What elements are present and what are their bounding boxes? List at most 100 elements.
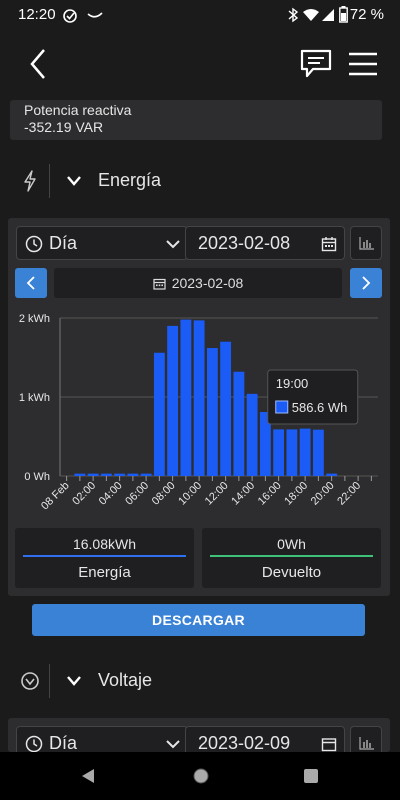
voltage-card: Día 2023-02-09 [8,718,390,752]
divider [49,664,50,698]
chevron-left-icon [30,49,45,79]
tooltip-value: 586.6 Wh [292,400,348,415]
energy-summary: 16.08kWh Energía [15,528,194,588]
feedback-button[interactable] [298,46,334,82]
energy-summary-value: 16.08kWh [72,536,137,552]
bar-0100 [74,473,86,476]
hamburger-menu-icon [349,52,377,76]
bar-0900 [180,319,192,476]
x-tick-label: 04:00 [97,480,125,508]
bar-1200 [220,341,232,476]
voltage-chart-type-button[interactable] [350,726,382,752]
home-circle-icon[interactable] [192,767,210,785]
x-tick-label: 08 Feb [39,480,72,513]
bar-0200 [87,473,99,476]
back-button[interactable] [20,44,56,84]
clock-icon [25,735,43,752]
current-date-display: 2023-02-08 [54,268,342,298]
status-bar: 12:20 72 % [0,0,400,30]
reactive-power-label: Potencia reactiva [24,102,132,118]
calendar-icon [321,738,337,752]
chevron-down-icon [166,240,180,249]
bar-0800 [167,325,179,476]
back-triangle-icon[interactable] [80,768,96,784]
bar-1900 [312,429,324,476]
calendar-icon [153,278,166,290]
tooltip-time: 19:00 [276,376,309,391]
tooltip-swatch [275,400,289,414]
period-select-value: Día [49,233,78,253]
voltage-date-input[interactable]: 2023-02-09 [185,726,345,752]
bar-0600 [140,473,152,476]
reactive-power-card: Potencia reactiva -352.19 VAR [10,100,382,140]
period-select[interactable]: Día [16,226,188,260]
x-tick-label: 14:00 [229,480,257,508]
bar-2000 [326,473,338,476]
energy-bar-chart[interactable]: 0 Wh 1 kWh 2 kWh 08 Feb02:0004:0006:0008:00… [8,304,390,530]
divider [49,164,50,198]
x-tick-label: 10:00 [176,480,204,508]
x-tick-label: 22:00 [335,480,363,508]
y-tick-label: 2 kWh [19,313,50,325]
voltage-section-title: Voltaje [98,670,153,690]
bar-1800 [299,428,311,476]
message-icon [300,49,332,78]
bar-1300 [233,371,245,476]
calendar-icon [321,237,337,252]
returned-summary-label: Devuelto [261,564,322,581]
date-input[interactable]: 2023-02-08 [185,226,345,260]
download-button[interactable]: DESCARGAR [32,604,365,636]
bluetooth-icon [288,7,299,23]
x-tick-label: 08:00 [150,480,178,508]
energy-section-header[interactable]: Energía [0,156,400,206]
status-time: 12:20 [18,6,56,23]
signal-icon [322,9,334,21]
next-day-button[interactable] [350,268,382,298]
energy-section-title: Energía [98,170,162,190]
returned-summary-value: 0Wh [277,536,306,552]
energy-summary-line [23,555,186,557]
android-navigation-bar [0,752,400,800]
reactive-power-value: -352.19 VAR [24,119,104,135]
wifi-icon [303,9,319,21]
current-date-text: 2023-02-08 [171,275,244,291]
bar-0400 [114,473,126,476]
chart-type-button[interactable] [350,226,382,260]
voltage-period-value: Día [49,733,78,752]
recents-square-icon[interactable] [303,768,319,784]
battery-percent: 72 % [349,6,384,23]
bar-0500 [127,473,139,476]
voltage-date-value: 2023-02-09 [198,733,291,752]
energy-card: Día 2023-02-08 2023-02-08 0 Wh 1 kWh 2 k… [8,218,390,596]
y-tick-label: 0 Wh [24,471,50,483]
bar-0700 [153,352,165,476]
bar-1400 [246,393,258,476]
x-tick-label: 16:00 [256,480,284,508]
check-circle-icon [63,9,77,23]
previous-day-button[interactable] [15,268,47,298]
returned-summary-line [210,555,373,557]
x-tick-label: 02:00 [70,480,98,508]
app-header [0,30,400,100]
bolt-icon [24,170,36,192]
energy-summary-label: Energía [78,564,131,581]
bar-chart-icon [359,237,374,250]
voltage-period-select[interactable]: Día [16,726,188,752]
voltage-section-header[interactable]: Voltaje [0,656,400,706]
bar-1000 [193,320,205,476]
returned-summary: 0Wh Devuelto [202,528,381,588]
battery-icon [339,6,348,23]
chevron-down-icon [67,676,81,686]
x-tick-label: 12:00 [203,480,231,508]
bar-0300 [100,473,112,476]
x-tick-label: 06:00 [123,480,151,508]
y-tick-label: 1 kWh [19,392,50,404]
date-input-value: 2023-02-08 [198,233,291,253]
chevron-left-icon [26,276,35,290]
x-tick-label: 20:00 [309,480,337,508]
chevron-down-icon [67,176,81,186]
chevron-down-icon [166,740,180,749]
bar-1700 [286,429,298,476]
menu-button[interactable] [346,48,380,80]
x-tick-label: 18:00 [282,480,310,508]
